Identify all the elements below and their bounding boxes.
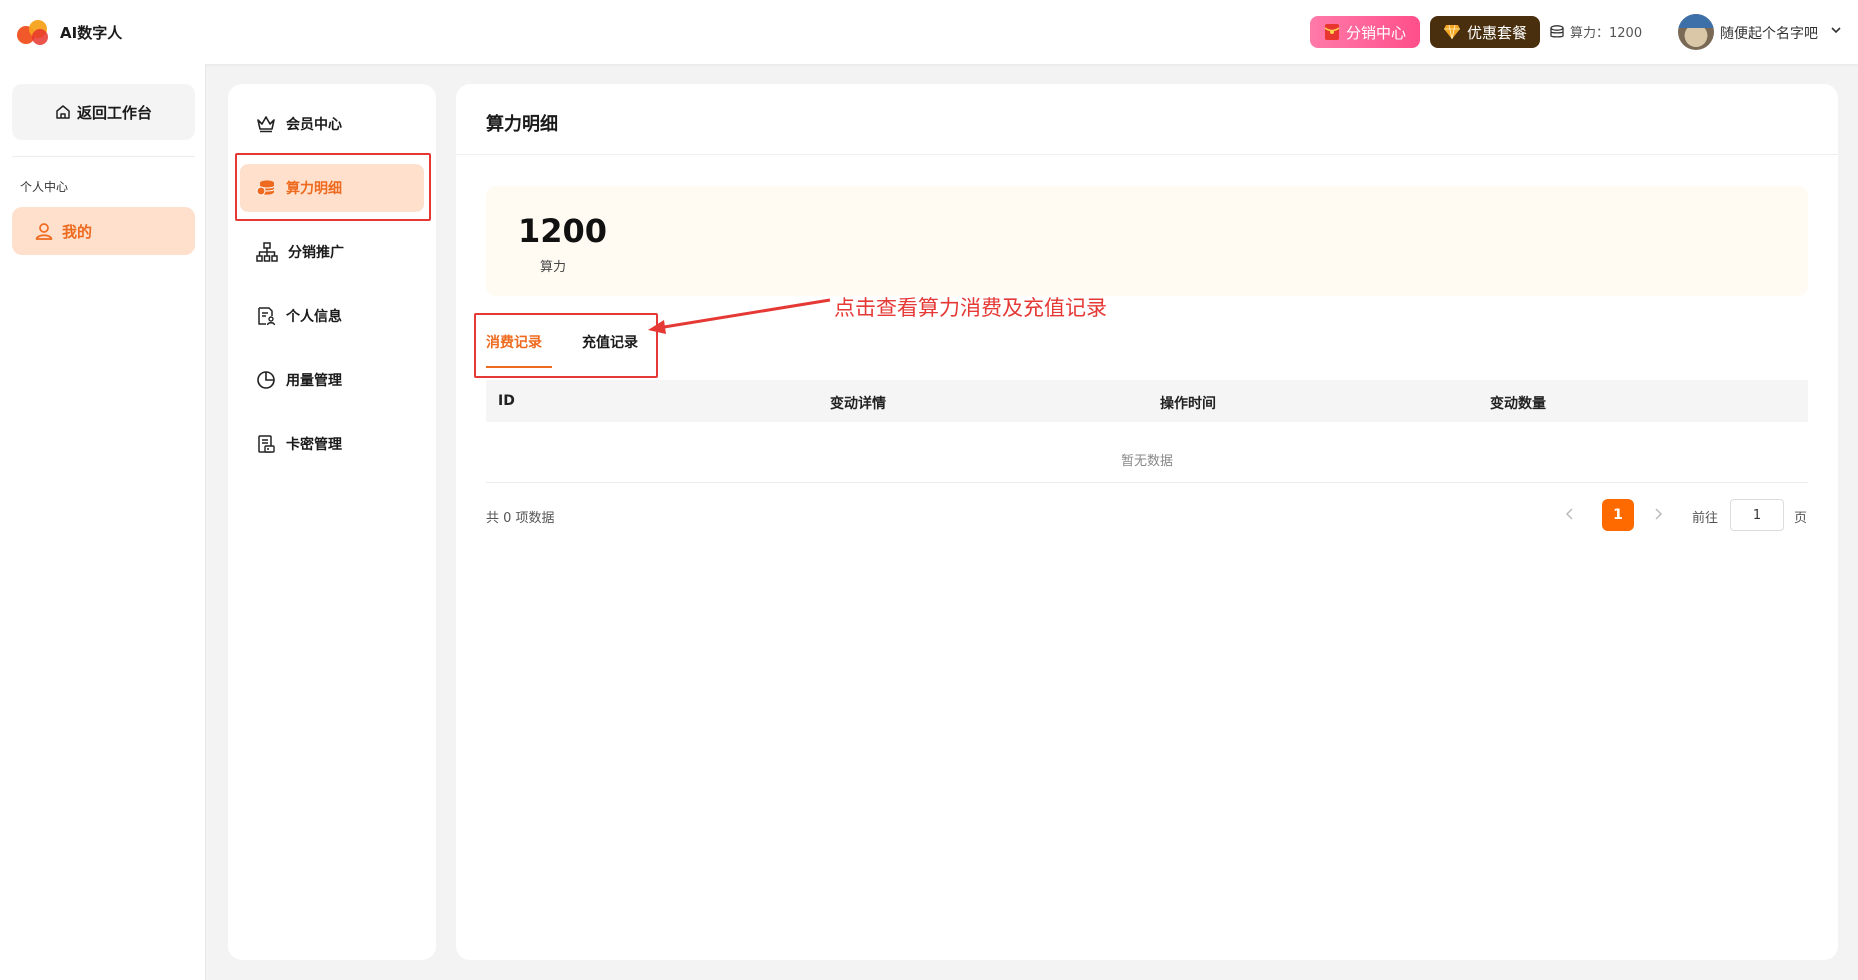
- app-title[interactable]: AI数字人: [60, 22, 122, 43]
- menu-item-card-key-label: 卡密管理: [286, 437, 342, 453]
- user-name[interactable]: 随便起个名字吧: [1720, 23, 1818, 43]
- crown-icon: [257, 116, 275, 133]
- total-count-text: 共 0 项数据: [486, 511, 555, 526]
- menu-item-usage[interactable]: 用量管理: [240, 356, 424, 404]
- top-header: AI数字人 分销中心 优惠套餐 算力：1200 随便起个名字吧: [0, 0, 1858, 64]
- back-to-workspace-button[interactable]: 返回工作台: [12, 84, 195, 140]
- goto-suffix: 页: [1794, 511, 1808, 526]
- column-header-change-amount: 变动数量: [1490, 396, 1546, 412]
- distribution-center-button[interactable]: 分销中心: [1310, 16, 1420, 48]
- sitemap-icon: [256, 242, 278, 262]
- menu-item-membership[interactable]: 会员中心: [240, 100, 424, 148]
- red-envelope-icon: [1324, 24, 1340, 40]
- chevron-down-icon[interactable]: [1830, 24, 1842, 36]
- page-title: 算力明细: [486, 114, 558, 135]
- goto-label: 前往: [1692, 511, 1719, 526]
- title-divider: [456, 154, 1838, 155]
- menu-item-distribution-label: 分销推广: [288, 245, 344, 261]
- sidebar-divider: [12, 156, 195, 157]
- chevron-left-icon[interactable]: [1564, 507, 1576, 521]
- chevron-right-icon[interactable]: [1652, 507, 1664, 521]
- discount-plan-button[interactable]: 优惠套餐: [1430, 16, 1540, 48]
- back-to-workspace-label: 返回工作台: [76, 103, 152, 122]
- balance-label: 算力: [540, 260, 567, 275]
- menu-item-personal-info[interactable]: 个人信息: [240, 292, 424, 340]
- left-sidebar: 返回工作台 个人中心 我的: [0, 64, 206, 980]
- user-avatar[interactable]: [1678, 14, 1714, 50]
- main-content: 算力明细 1200 算力 点击查看算力消费及充值记录 消费记录 充值记录 ID …: [456, 84, 1838, 960]
- profile-doc-icon: [258, 307, 276, 326]
- menu-item-usage-label: 用量管理: [286, 373, 342, 389]
- power-balance: 算力：1200: [1550, 22, 1642, 41]
- menu-item-membership-label: 会员中心: [286, 117, 342, 133]
- column-header-change-detail: 变动详情: [830, 396, 886, 412]
- pie-chart-icon: [257, 371, 275, 389]
- table-header-row: ID 变动详情 操作时间 变动数量: [486, 380, 1808, 422]
- diamond-icon: [1443, 24, 1460, 40]
- column-header-id: ID: [498, 393, 515, 409]
- home-icon: [56, 105, 70, 119]
- sidebar-item-my-label: 我的: [62, 222, 93, 241]
- annotation-highlight-tabs: [474, 313, 658, 378]
- personal-center-section-label: 个人中心: [20, 180, 69, 194]
- empty-state-text: 暂无数据: [1120, 454, 1173, 469]
- goto-page-input[interactable]: [1730, 499, 1784, 531]
- table-bottom-divider: [486, 482, 1808, 483]
- card-key-icon: [258, 435, 275, 453]
- discount-plan-label: 优惠套餐: [1466, 23, 1527, 42]
- database-icon: [1550, 24, 1564, 38]
- annotation-text: 点击查看算力消费及充值记录: [834, 296, 1107, 320]
- menu-item-personal-info-label: 个人信息: [286, 309, 342, 325]
- power-balance-text: 算力：1200: [1570, 26, 1643, 41]
- annotation-arrow-icon: [648, 298, 831, 334]
- balance-value: 1200: [518, 212, 608, 250]
- column-header-operation-time: 操作时间: [1160, 396, 1216, 412]
- app-logo-icon[interactable]: [16, 18, 50, 46]
- sidebar-item-my[interactable]: 我的: [12, 207, 195, 255]
- menu-item-card-key[interactable]: 卡密管理: [240, 420, 424, 468]
- annotation-highlight-menu: [235, 153, 431, 221]
- menu-item-distribution[interactable]: 分销推广: [240, 228, 424, 276]
- distribution-center-label: 分销中心: [1345, 23, 1406, 42]
- balance-card: [486, 186, 1808, 296]
- user-icon: [35, 223, 53, 240]
- pagination-current-page[interactable]: 1: [1602, 499, 1634, 531]
